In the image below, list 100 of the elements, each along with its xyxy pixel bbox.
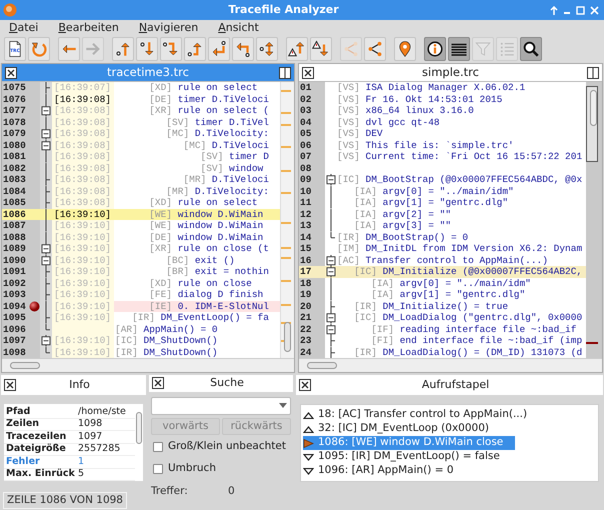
share-button[interactable] [364,37,386,61]
menu-item[interactable]: Datei [9,21,38,34]
collapse-icon[interactable] [325,254,337,266]
line-number: 06 [299,140,312,150]
line-number: 19 [299,289,312,300]
close-icon[interactable] [152,377,164,390]
line-number: 1083 [2,174,26,186]
line-number: 1077 [2,105,26,116]
collapse-icon[interactable] [325,174,337,186]
call-stack-item[interactable]: 18: [AC] Transfer control to AppMain(...) [303,408,532,422]
line-number: 1094 [2,300,26,312]
lines-button[interactable] [448,37,470,61]
line-number: 15 [299,243,312,254]
split-view-icon[interactable] [279,66,291,78]
search-field[interactable] [151,396,291,414]
line-number: 1082 [2,162,26,174]
menu-item[interactable]: Ansicht [218,21,259,34]
reload-icon [30,40,48,58]
info-label: Pfad [5,406,32,418]
collapse-icon[interactable] [40,105,52,116]
close-icon[interactable] [5,66,17,78]
map-pin-button[interactable] [394,37,416,61]
menu-item[interactable]: Bearbeiten [58,21,119,34]
collapse-icon[interactable] [325,312,337,324]
collapse-icon[interactable] [40,128,52,140]
collapse-icon[interactable] [40,243,52,254]
line-number: 1075 [2,82,26,94]
search-icon [522,40,540,58]
info-button[interactable] [424,37,446,61]
step-down-button[interactable] [136,37,158,61]
call-stack-item[interactable]: 32: [IC] DM_EventLoop (0x0000) [303,422,493,436]
collapse-icon[interactable] [325,266,337,278]
trace-entry: [VS] dvl gcc qt-48 [337,116,440,128]
info-label: Zeilen [5,418,40,430]
warning-up-button[interactable] [286,37,308,61]
trace-entry: [IC] DM_LoadDialog ("gentrc.dlg", 0x0000 [353,312,582,323]
line-number: 1095 [2,312,26,324]
trace-entry: [IC] DM_Initialize (@0x00007FFEC564AB2C, [353,266,582,277]
trace-entry: [XR] rule on select ( [148,105,269,116]
close-icon[interactable] [299,379,311,391]
warning-up-icon [288,40,306,58]
info-label: Tracezeilen [5,430,68,443]
up-down-button[interactable] [256,37,278,61]
collapse-icon[interactable] [325,324,337,335]
trace-entry: [IA] argv[2] = "" [353,208,452,220]
line-number: 1090 [2,254,26,266]
breakpoint-icon[interactable] [29,300,40,312]
line-number: 03 [299,105,312,116]
call-stack-item[interactable]: 1095: [IR] DM_EventLoop() = false [303,450,504,464]
dropdown-arrow-icon[interactable] [279,403,287,408]
line-number: 08 [299,162,312,174]
timestamp-cell: [16:39:08] [52,94,114,105]
collapse-icon[interactable] [40,140,52,151]
line-number: 07 [299,151,312,162]
line-number: 1086 [2,208,26,220]
step-out-button[interactable] [184,37,206,61]
trace-entry: [IR] DM_LoadDialog() = (DM_ID) 131073 (d [353,346,582,358]
timestamp-cell: [16:39:10] [52,232,114,243]
line-number: 23 [299,335,312,346]
step-up-button[interactable] [112,37,134,61]
return-button[interactable] [208,37,230,61]
vertical-scrollbar[interactable] [280,82,294,358]
line-number: 1097 [2,335,26,346]
timestamp-cell: [16:39:08] [52,186,114,197]
trace-entry: [AR] AppMain() = 0 [115,324,218,334]
step-out-icon [186,40,204,58]
call-stack-item[interactable]: 1096: [AR] AppMain() = 0 [303,464,458,478]
checkbox[interactable] [153,442,163,452]
trace-entry: [WE] window D.WiMain [148,208,264,220]
info-label: Dateigröße [5,443,67,456]
line-number: 1081 [2,151,26,162]
horizontal-scrollbar[interactable] [299,358,602,372]
line-number: 1089 [2,243,26,254]
warning-down-button[interactable] [310,37,332,61]
menu-item[interactable]: Navigieren [138,21,198,34]
vertical-scrollbar[interactable] [586,82,602,358]
line-number: 1078 [2,116,26,128]
timestamp-cell: [16:39:07] [52,82,114,94]
step-down-icon [138,40,156,58]
collapse-icon[interactable] [40,335,52,346]
jump-back-button[interactable] [232,37,254,61]
info-value: 1 [78,456,84,468]
checkbox[interactable] [153,464,163,474]
horizontal-scrollbar[interactable] [2,358,294,372]
step-over-button[interactable] [160,37,182,61]
timestamp-cell: [16:39:10] [52,243,114,254]
line-number: 1088 [2,232,26,243]
close-icon[interactable] [302,66,314,78]
line-number: 13 [299,220,312,231]
timestamp-cell: [16:39:10] [52,300,114,312]
maximize-icon[interactable] [576,6,585,14]
collapse-icon[interactable] [40,254,52,266]
split-view-icon[interactable] [587,66,599,78]
reload-button[interactable] [28,37,50,61]
search-button[interactable] [520,37,542,61]
trace-entry: [IA] argv[0] = "../main/idm" [370,278,531,288]
close-icon[interactable] [4,379,16,391]
line-number: 02 [299,94,312,104]
line-number: 1096 [2,324,26,335]
keep-above-icon[interactable] [550,6,558,14]
